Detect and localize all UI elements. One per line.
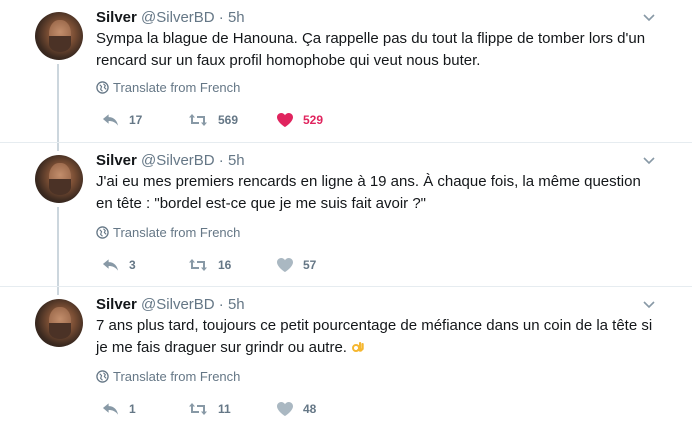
reply-button[interactable]: 3	[102, 255, 136, 275]
tweet-text: 7 ans plus tard, toujours ce petit pourc…	[96, 315, 656, 359]
reply-count: 3	[129, 258, 136, 272]
retweet-count: 569	[218, 113, 239, 127]
globe-icon	[96, 226, 109, 239]
user-name[interactable]: Silver	[96, 152, 137, 169]
retweet-button[interactable]: 16	[188, 255, 231, 275]
retweet-icon	[189, 259, 207, 271]
thread-line	[57, 64, 59, 142]
reply-icon	[102, 114, 119, 126]
heart-icon	[277, 402, 293, 416]
tweet-header: Silver @SilverBD · 5h	[96, 8, 245, 28]
translate-link[interactable]: Translate from French	[96, 80, 240, 96]
tweet-thread: Silver @SilverBD · 5h Sympa la blague de…	[0, 0, 692, 426]
caret-down-icon[interactable]	[642, 153, 656, 167]
tweet-text: J'ai eu mes premiers rencards en ligne à…	[96, 173, 641, 212]
retweet-icon	[189, 114, 207, 126]
reply-icon	[102, 403, 119, 415]
avatar[interactable]	[35, 12, 83, 60]
retweet-button[interactable]: 11	[188, 399, 231, 419]
like-count: 48	[303, 402, 317, 416]
like-count: 529	[303, 113, 324, 127]
user-handle-time[interactable]: @SilverBD · 5h	[141, 296, 245, 313]
avatar[interactable]	[35, 299, 83, 347]
thread-line	[57, 143, 59, 151]
retweet-count: 11	[218, 402, 231, 416]
user-handle-time[interactable]: @SilverBD · 5h	[141, 152, 245, 169]
like-button[interactable]: 48	[277, 399, 316, 419]
caret-down-icon[interactable]	[642, 297, 656, 311]
heart-icon	[277, 258, 293, 272]
user-name[interactable]: Silver	[96, 296, 137, 313]
tweet-header: Silver @SilverBD · 5h	[96, 151, 245, 171]
like-button[interactable]: 57	[277, 255, 316, 275]
globe-icon	[96, 370, 109, 383]
thread-line	[57, 207, 59, 287]
heart-icon	[277, 113, 293, 127]
caret-down-icon[interactable]	[642, 10, 656, 24]
retweet-button[interactable]: 569	[188, 110, 238, 130]
tweet-header: Silver @SilverBD · 5h	[96, 295, 245, 315]
like-button[interactable]: 529	[277, 110, 323, 130]
tweet-text-body: 7 ans plus tard, toujours ce petit pourc…	[96, 317, 653, 356]
globe-icon	[96, 81, 109, 94]
retweet-count: 16	[218, 258, 232, 272]
like-count: 57	[303, 258, 317, 272]
reply-count: 1	[129, 402, 136, 416]
user-handle-time[interactable]: @SilverBD · 5h	[141, 9, 245, 26]
user-name[interactable]: Silver	[96, 9, 137, 26]
retweet-icon	[189, 403, 207, 415]
thread-line	[57, 287, 59, 295]
translate-link[interactable]: Translate from French	[96, 225, 240, 241]
avatar[interactable]	[35, 155, 83, 203]
reply-icon	[102, 259, 119, 271]
tweet-text: Sympa la blague de Hanouna. Ça rappelle …	[96, 30, 646, 69]
reply-count: 17	[129, 113, 143, 127]
translate-label: Translate from French	[113, 369, 241, 384]
translate-label: Translate from French	[113, 80, 241, 95]
reply-button[interactable]: 1	[102, 399, 136, 419]
translate-link[interactable]: Translate from French	[96, 369, 240, 385]
reply-button[interactable]: 17	[102, 110, 142, 130]
translate-label: Translate from French	[113, 225, 241, 240]
ok-hand-emoji	[352, 342, 364, 352]
tweet[interactable]: Silver @SilverBD · 5h Sympa la blague de…	[0, 0, 692, 142]
tweet[interactable]: Silver @SilverBD · 5h 7 ans plus tard, t…	[0, 286, 692, 426]
tweet[interactable]: Silver @SilverBD · 5h J'ai eu mes premie…	[0, 142, 692, 287]
